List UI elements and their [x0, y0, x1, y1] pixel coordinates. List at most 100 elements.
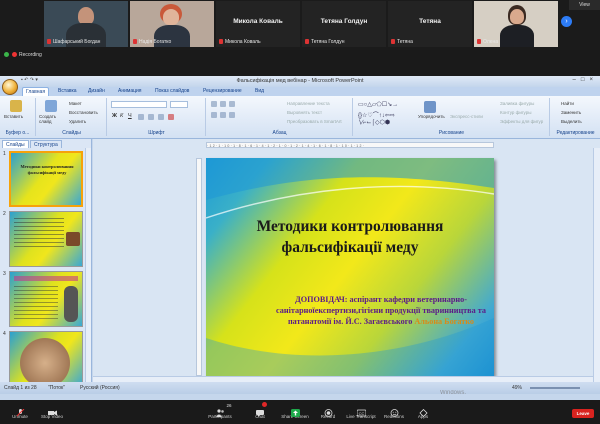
smartart-button[interactable]: Преобразовать в SmartArt	[287, 119, 342, 124]
shapes-gallery[interactable]: ▭○△▱⬠☐↘→	[358, 101, 398, 108]
reset-button[interactable]: Восстановить	[69, 110, 98, 115]
apps-icon	[418, 404, 428, 418]
window-controls[interactable]: –□×	[573, 77, 598, 83]
font-name-field[interactable]	[111, 101, 167, 108]
slide-number: 3	[3, 271, 6, 277]
mic-muted-icon	[305, 39, 309, 45]
indent-icon[interactable]	[229, 101, 235, 107]
security-shield-icon	[4, 52, 9, 58]
align-center-icon[interactable]	[220, 112, 226, 118]
record-icon	[324, 404, 333, 417]
font-size-field[interactable]	[170, 101, 188, 108]
close-icon[interactable]: ×	[589, 77, 598, 83]
select-button[interactable]: Выделить	[561, 119, 582, 124]
font-format-icon[interactable]	[148, 114, 154, 120]
font-group: Ж К Ч Шрифт	[108, 98, 206, 136]
paste-button[interactable]: Вставить	[4, 114, 23, 119]
shape-fill-button[interactable]: Заливка фигуры	[500, 101, 534, 106]
quick-styles-button[interactable]: Экспресс-стили	[450, 114, 483, 119]
office-button-icon[interactable]	[2, 79, 18, 95]
slide-swoosh-decoration	[206, 158, 494, 376]
participant-display-name: Микола Коваль	[233, 18, 283, 25]
align-right-icon[interactable]	[229, 112, 235, 118]
shapes-gallery[interactable]: {}☆♡⌒↑↓⇦⇨	[358, 110, 395, 119]
minimize-icon[interactable]: –	[573, 77, 581, 83]
quick-access-toolbar[interactable]: ▪ ↶ ↷ ▾	[21, 77, 38, 83]
ribbon-tabs: Главная Вставка Дизайн Анимация Показ сл…	[0, 87, 600, 96]
tab-outline[interactable]: Структура	[30, 140, 62, 148]
vertical-ruler	[196, 158, 202, 376]
gallery-next-icon[interactable]: ›	[561, 16, 572, 27]
window-title: Фальсифікація мед вебінар - Microsoft Po…	[236, 78, 364, 84]
slide-thumbnail[interactable]	[9, 211, 83, 267]
text-direction-button[interactable]: Направление текста	[287, 101, 330, 106]
participant-name: Микола Коваль	[225, 39, 261, 45]
layout-button[interactable]: Макет	[69, 101, 82, 106]
tab-home[interactable]: Главная	[22, 87, 50, 96]
recording-label: Recording	[19, 52, 42, 58]
new-slide-icon[interactable]	[45, 100, 57, 112]
tab-insert[interactable]: Вставка	[58, 87, 77, 96]
view-button[interactable]: View	[569, 0, 600, 10]
leave-button[interactable]: Leave	[572, 409, 594, 418]
participant-video	[163, 9, 179, 25]
shape-effects-button[interactable]: Эффекты для фигур	[500, 119, 543, 124]
font-color-icon[interactable]	[168, 114, 174, 120]
align-text-button[interactable]: Выровнять текст	[287, 110, 322, 115]
delete-button[interactable]: Удалить	[69, 119, 86, 124]
apps-button[interactable]: Apps	[403, 404, 443, 419]
replace-button[interactable]: Заменить	[561, 110, 581, 115]
slide-thumbnail[interactable]	[9, 331, 83, 387]
language[interactable]: Русский (Россия)	[80, 382, 120, 394]
font-format-icon[interactable]	[138, 114, 144, 120]
recording-icon	[12, 52, 17, 58]
zoom-level[interactable]: 49%	[512, 382, 522, 394]
arrange-button[interactable]: Упорядочить	[418, 114, 445, 119]
paste-icon[interactable]	[10, 100, 22, 112]
font-format-icon[interactable]	[158, 114, 164, 120]
participant-tile[interactable]: Микола Коваль Микола Коваль	[216, 1, 300, 47]
slide-subtitle[interactable]: ДОПОВІДАЧ: аспірант кафедри ветеринарно-…	[272, 294, 490, 327]
participant-video	[510, 9, 524, 24]
tab-review[interactable]: Рецензирование	[203, 87, 242, 96]
participant-tile[interactable]: Тетяна Голдун Тетяна Голдун	[302, 1, 386, 47]
paragraph-group: Направление текста Выровнять текст Преоб…	[207, 98, 353, 136]
mic-muted-icon	[391, 39, 395, 45]
slide-number: 1	[3, 151, 6, 157]
slide-thumbnail[interactable]	[9, 271, 83, 327]
shape-outline-button[interactable]: Контур фигуры	[500, 110, 531, 115]
stop-video-button[interactable]: Stop Video	[32, 404, 72, 419]
align-left-icon[interactable]	[211, 112, 217, 118]
current-slide[interactable]: Методики контролювання фальсифікації мед…	[206, 158, 494, 376]
slide-scrollbar[interactable]	[593, 148, 600, 382]
find-button[interactable]: Найти	[561, 101, 574, 106]
tab-animation[interactable]: Анимация	[118, 87, 141, 96]
thumbnail-image	[20, 338, 70, 386]
slide-title[interactable]: Методики контролювання фальсифікації мед…	[206, 216, 494, 258]
tab-slides[interactable]: Слайды	[2, 140, 29, 148]
bold-button[interactable]: Ж	[112, 113, 117, 119]
panel-scrollbar[interactable]	[85, 148, 91, 382]
underline-button[interactable]: Ч	[128, 113, 132, 119]
arrange-icon[interactable]	[424, 101, 436, 113]
participant-tile[interactable]: Тетяна Тетяна	[388, 1, 472, 47]
participant-tile[interactable]: Надія Богатко	[130, 1, 214, 47]
new-slide-button[interactable]: Создать слайд	[39, 114, 67, 124]
participant-tile[interactable]: Шафарський Богдан	[44, 1, 128, 47]
participants-button[interactable]: 26 Participants	[200, 403, 240, 419]
slide-thumbnail[interactable]: Методики контролювання фальсифікації мед…	[9, 151, 83, 207]
chat-button[interactable]: Chat	[240, 402, 280, 419]
bullets-icon[interactable]	[211, 101, 217, 107]
numbering-icon[interactable]	[220, 101, 226, 107]
ribbon: Вставить Буфер о... Создать слайд Макет …	[0, 96, 600, 139]
tab-slideshow[interactable]: Показ слайдов	[155, 87, 189, 96]
tab-view[interactable]: Вид	[255, 87, 264, 96]
mic-muted-icon	[477, 39, 481, 45]
shapes-gallery[interactable]: ∖∕⌐⌙⌠◇⬡⬢	[358, 119, 390, 126]
italic-button[interactable]: К	[120, 113, 123, 119]
zoom-slider[interactable]	[530, 387, 580, 389]
tab-design[interactable]: Дизайн	[88, 87, 105, 96]
participant-tile[interactable]: Олена	[474, 1, 558, 47]
participant-name: Олена	[483, 39, 499, 45]
participant-name: Надія Богатко	[139, 39, 172, 45]
